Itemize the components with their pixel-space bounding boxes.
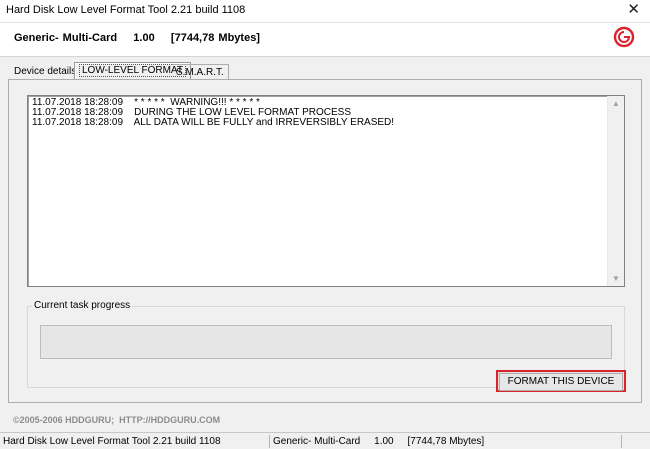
tab-label: Device details (14, 66, 77, 77)
log-line: 11.07.2018 18:28:09 ALL DATA WILL BE FUL… (32, 117, 395, 128)
group-legend: Current task progress (32, 300, 133, 311)
log-lines: 11.07.2018 18:28:09 * * * * * WARNING!!!… (32, 98, 394, 128)
status-device: Generic- Multi-Card 1.00 [7744,78 Mbytes… (269, 435, 487, 448)
device-info: Generic- Multi-Card 1.00 [7744,78 Mbytes… (14, 32, 260, 44)
log-scrollbar[interactable]: ▲ ▼ (607, 96, 624, 286)
format-this-device-button[interactable]: FORMAT THIS DEVICE (496, 370, 626, 392)
status-bar: Hard Disk Low Level Format Tool 2.21 bui… (0, 432, 650, 449)
status-empty-pane (621, 435, 650, 448)
scroll-up-icon[interactable]: ▲ (612, 99, 620, 108)
tab-label: LOW-LEVEL FORMAT (79, 64, 186, 77)
device-header: Generic- Multi-Card 1.00 [7744,78 Mbytes… (0, 23, 650, 57)
progress-bar (40, 325, 612, 359)
tab-label: S.M.A.R.T. (176, 67, 224, 78)
hddguru-logo-icon (613, 26, 635, 48)
status-app-name: Hard Disk Low Level Format Tool 2.21 bui… (3, 436, 221, 447)
title-bar: Hard Disk Low Level Format Tool 2.21 bui… (0, 0, 650, 23)
close-icon[interactable]: ✕ (627, 2, 640, 18)
tab-panel: 11.07.2018 18:28:09 * * * * * WARNING!!!… (8, 79, 642, 403)
tab-device-details[interactable]: Device details (10, 64, 80, 80)
log-box[interactable]: 11.07.2018 18:28:09 * * * * * WARNING!!!… (27, 95, 625, 287)
format-button-label: FORMAT THIS DEVICE (499, 373, 623, 391)
window-title: Hard Disk Low Level Format Tool 2.21 bui… (6, 4, 246, 16)
scroll-down-icon[interactable]: ▼ (612, 274, 620, 283)
copyright-text: ©2005-2006 HDDGURU; HTTP://HDDGURU.COM (13, 415, 221, 425)
